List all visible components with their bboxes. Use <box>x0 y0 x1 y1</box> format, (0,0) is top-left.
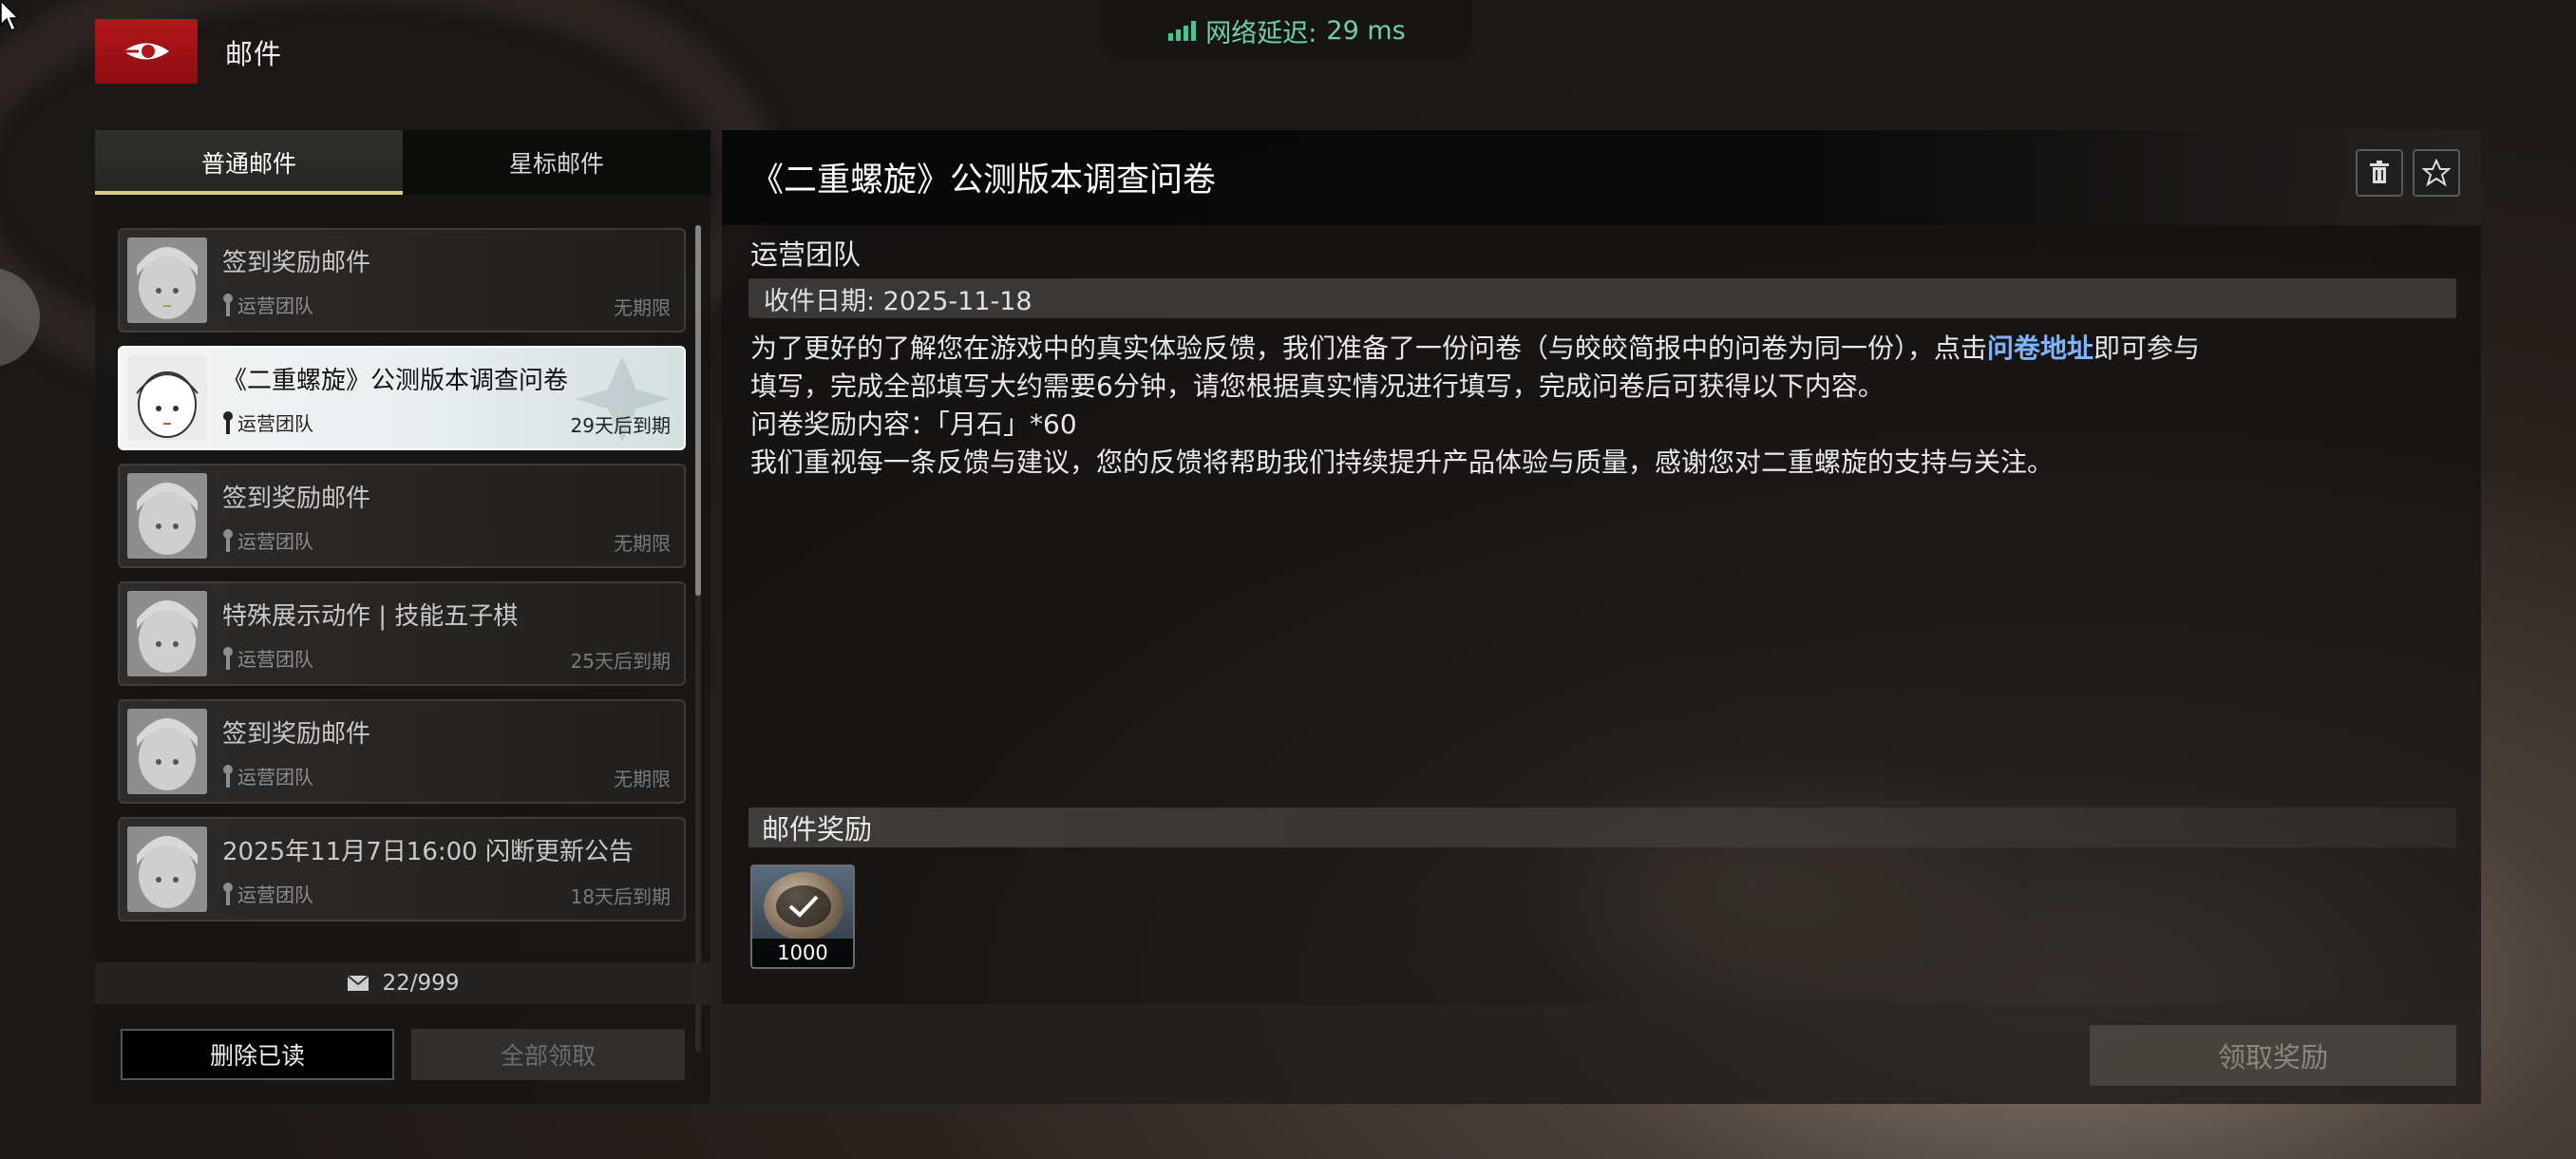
check-icon <box>776 885 831 927</box>
mail-list-item[interactable]: 签到奖励邮件 运营团队 无期限 <box>118 228 686 332</box>
mail-count-bar: 22/999 <box>95 962 710 1004</box>
sender-avatar <box>127 709 207 794</box>
sender-avatar <box>127 473 207 559</box>
reward-item[interactable]: 1000 <box>750 864 855 969</box>
reward-quantity: 1000 <box>752 939 853 967</box>
mail-sender-label: 运营团队 <box>237 412 313 435</box>
mouse-cursor-icon <box>0 0 20 32</box>
mail-subject: 《二重螺旋》公测版本调查问卷 <box>222 367 569 395</box>
mail-subject: 签到奖励邮件 <box>222 484 371 513</box>
mail-list-item[interactable]: 签到奖励邮件 运营团队 无期限 <box>118 699 686 804</box>
mail-sender: 运营团队 <box>222 526 313 554</box>
mail-body: 为了更好的了解您在游戏中的真实体验反馈，我们准备了一份问卷（与皎皎简报中的问卷为… <box>750 330 2460 482</box>
mail-sender: 运营团队 <box>222 644 313 672</box>
logo-icon <box>123 43 169 60</box>
mail-subject: 特殊展示动作 | 技能五子棋 <box>222 602 519 631</box>
mail-expiry: 无期限 <box>614 296 671 319</box>
signal-icon <box>1168 20 1197 41</box>
star-mail-button[interactable] <box>2413 149 2460 197</box>
mail-body-line-1: 为了更好的了解您在游戏中的真实体验反馈，我们准备了一份问卷（与皎皎简报中的问卷为… <box>750 330 2460 368</box>
mail-sender: 运营团队 <box>222 408 313 436</box>
claim-all-button[interactable]: 全部领取 <box>411 1029 685 1080</box>
mail-count: 22/999 <box>382 971 460 996</box>
pin-icon <box>223 882 233 905</box>
mail-body-line-4: 我们重视每一条反馈与建议，您的反馈将帮助我们持续提升产品体验与质量，感谢您对二重… <box>750 446 2055 478</box>
delete-read-button[interactable]: 删除已读 <box>121 1029 394 1080</box>
mail-body-line-3: 问卷奖励内容：「月石」*60 <box>750 408 1077 440</box>
mail-sender-label: 运营团队 <box>237 294 313 317</box>
back-logo-button[interactable] <box>95 19 198 84</box>
mail-list-item[interactable]: 2025年11月7日16:00 闪断更新公告 运营团队 18天后到期 <box>118 817 686 922</box>
sender-avatar <box>127 355 207 441</box>
claim-reward-button[interactable]: 领取奖励 <box>2090 1025 2456 1086</box>
pin-icon <box>223 410 233 434</box>
mail-list-item[interactable]: 签到奖励邮件 运营团队 无期限 <box>118 464 686 568</box>
mail-subject: 2025年11月7日16:00 闪断更新公告 <box>222 838 634 866</box>
mail-expiry: 无期限 <box>614 532 671 555</box>
mail-list-item-selected[interactable]: 《二重螺旋》公测版本调查问卷 运营团队 29天后到期 <box>118 346 686 450</box>
trash-icon <box>2370 161 2389 183</box>
mail-sender-label: 运营团队 <box>237 884 313 906</box>
star-icon <box>2422 159 2451 187</box>
mail-detail-header: 《二重螺旋》公测版本调查问卷 <box>722 130 2481 225</box>
tab-starred-mail[interactable]: 星标邮件 <box>403 130 710 195</box>
delete-mail-button[interactable] <box>2356 149 2403 197</box>
mail-body-text: 即可参与 <box>2093 332 2201 364</box>
mail-expiry: 无期限 <box>614 768 671 790</box>
mail-detail-title: 《二重螺旋》公测版本调查问卷 <box>750 162 1217 200</box>
mail-sender: 运营团队 <box>222 762 313 789</box>
mail-list-item[interactable]: 特殊展示动作 | 技能五子棋 运营团队 25天后到期 <box>118 581 686 686</box>
mail-tabs: 普通邮件 星标邮件 <box>95 130 710 195</box>
mail-sender-label: 运营团队 <box>237 530 313 553</box>
mail-body-line-2: 填写，完成全部填写大约需要6分钟，请您根据真实情况进行填写，完成问卷后可获得以下… <box>750 370 1885 402</box>
mail-icon <box>346 975 369 991</box>
mail-subject: 签到奖励邮件 <box>222 249 371 277</box>
mail-detail-sender: 运营团队 <box>750 238 862 271</box>
latency-indicator: 网络延迟: 29 ms <box>1102 0 1472 61</box>
mail-list-scrollbar[interactable] <box>695 225 701 1052</box>
page-title: 邮件 <box>225 38 283 70</box>
tab-normal-mail[interactable]: 普通邮件 <box>95 130 403 195</box>
latency-value: 29 ms <box>1326 15 1406 46</box>
scrollbar-thumb[interactable] <box>695 225 701 596</box>
mail-sender-label: 运营团队 <box>237 766 313 788</box>
survey-link[interactable]: 问卷地址 <box>1987 332 2093 364</box>
sender-avatar <box>127 826 207 912</box>
mail-expiry: 18天后到期 <box>570 885 671 908</box>
mail-subject: 签到奖励邮件 <box>222 720 371 749</box>
received-date: 收件日期: 2025-11-18 <box>748 278 2456 318</box>
mail-body-text: 为了更好的了解您在游戏中的真实体验反馈，我们准备了一份问卷（与皎皎简报中的问卷为… <box>750 332 1988 364</box>
pin-icon <box>223 646 233 670</box>
mail-detail-footer: 领取奖励 <box>722 1004 2481 1104</box>
sender-avatar <box>127 238 207 323</box>
pin-icon <box>223 528 233 552</box>
pin-icon <box>223 764 233 788</box>
latency-label: 网络延迟: <box>1205 18 1317 48</box>
mail-list-panel: 普通邮件 星标邮件 签到奖励邮件 运营团队 无期限 《二重螺旋》公测版本调查问卷 <box>95 130 710 1104</box>
pin-icon <box>223 293 233 316</box>
mail-expiry: 29天后到期 <box>570 414 671 437</box>
mail-detail-panel: 《二重螺旋》公测版本调查问卷 运营团队 收件日期: 2025-11-18 为了更… <box>722 130 2481 1104</box>
mail-sender: 运营团队 <box>222 291 313 318</box>
sender-avatar <box>127 591 207 676</box>
mail-rewards-heading: 邮件奖励 <box>748 808 2456 847</box>
mail-sender: 运营团队 <box>222 880 313 907</box>
mail-sender-label: 运营团队 <box>237 648 313 671</box>
mail-list: 签到奖励邮件 运营团队 无期限 《二重螺旋》公测版本调查问卷 运营团队 29天后… <box>118 228 686 1054</box>
mail-expiry: 25天后到期 <box>570 650 671 673</box>
